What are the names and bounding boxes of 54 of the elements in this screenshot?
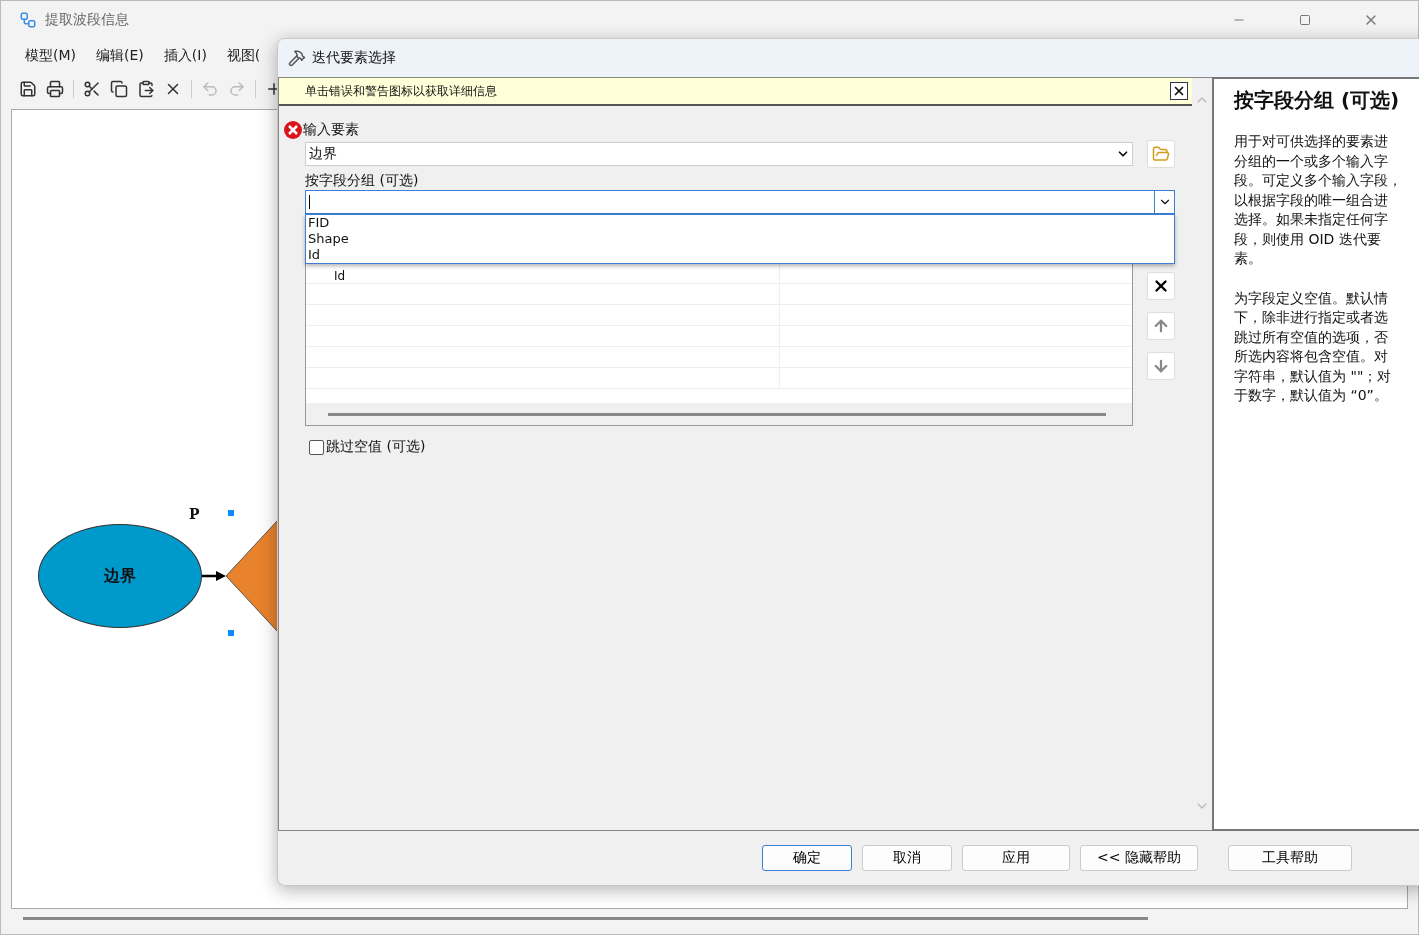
help-text: 于数字，默认值为 “0”。 — [1234, 386, 1389, 405]
remove-icon[interactable] — [1147, 272, 1175, 300]
paste-icon[interactable] — [137, 80, 155, 98]
help-title: 按字段分组 (可选) — [1234, 87, 1401, 114]
help-text: 素。 — [1234, 249, 1263, 268]
dropdown-option[interactable]: FID — [306, 215, 1174, 231]
dialog-title: 迭代要素选择 — [312, 49, 396, 67]
menu-item[interactable]: 模型(M) — [25, 47, 76, 65]
dialog-button[interactable]: 确定 — [762, 845, 852, 871]
parameter-label: P — [189, 506, 200, 522]
table-cell: Id — [306, 263, 780, 283]
selection-handle[interactable] — [228, 510, 234, 516]
move-down-icon[interactable] — [1147, 352, 1175, 380]
error-icon[interactable] — [283, 120, 303, 140]
help-text: 以根据字段的唯一组合进 — [1234, 190, 1389, 210]
field-label: 按字段分组 (可选) — [305, 172, 419, 190]
help-text: 所选内容将包含空值。对 — [1234, 347, 1389, 366]
banner-text: 单击错误和警告图标以获取详细信息 — [305, 82, 497, 100]
menu-item[interactable]: 插入(I) — [163, 47, 207, 65]
connector-arrow — [202, 571, 226, 581]
help-text: 为字段定义空值。默认情 — [1234, 288, 1389, 308]
menu-item[interactable]: 编辑(E) — [96, 47, 144, 65]
node-label: 边界 — [104, 565, 136, 587]
help-text: 用于对可供选择的要素进 — [1234, 132, 1389, 151]
help-text: 段，则使用 OID 迭代要 — [1234, 229, 1382, 249]
dropdown-option[interactable]: Shape — [306, 231, 1174, 247]
dialog-button[interactable]: 应用 — [962, 845, 1070, 871]
help-text: 选择。如果未指定任何字 — [1234, 210, 1389, 229]
help-text: 字符串，默认值为 ""；对 — [1234, 366, 1393, 386]
help-text: 段。可定义多个输入字段， — [1234, 171, 1403, 190]
help-text: 下，除非进行指定或者选 — [1234, 308, 1389, 327]
save-icon[interactable] — [19, 80, 37, 98]
move-up-icon[interactable] — [1147, 312, 1175, 340]
scissors-icon[interactable] — [83, 80, 101, 98]
window-title: 提取波段信息 — [45, 11, 129, 29]
model-icon — [19, 11, 37, 29]
dialog-button[interactable]: << 隐藏帮助 — [1080, 845, 1198, 871]
field-label: 输入要素 — [303, 121, 359, 139]
input-features-dropdown[interactable]: 边界 — [305, 142, 1133, 166]
selection-handle[interactable] — [228, 630, 234, 636]
checkbox[interactable] — [309, 439, 324, 455]
help-text: 跳过所有空值的选项，否 — [1234, 327, 1389, 347]
menu-item[interactable]: 视图( — [226, 47, 261, 65]
copy-icon[interactable] — [110, 80, 128, 98]
hammer-icon — [288, 49, 306, 67]
maximize-icon[interactable] — [1299, 14, 1311, 26]
dialog-button[interactable]: 工具帮助 — [1228, 845, 1352, 871]
dialog-button[interactable]: 取消 — [862, 845, 952, 871]
help-text: 分组的一个或多个输入字 — [1234, 151, 1389, 171]
data-node[interactable]: 边界 — [38, 524, 202, 628]
close-icon[interactable] — [1170, 82, 1188, 100]
checkbox-label: 跳过空值 (可选) — [326, 438, 426, 456]
dropdown-option[interactable]: Id — [306, 247, 1174, 263]
print-icon[interactable] — [46, 80, 64, 98]
